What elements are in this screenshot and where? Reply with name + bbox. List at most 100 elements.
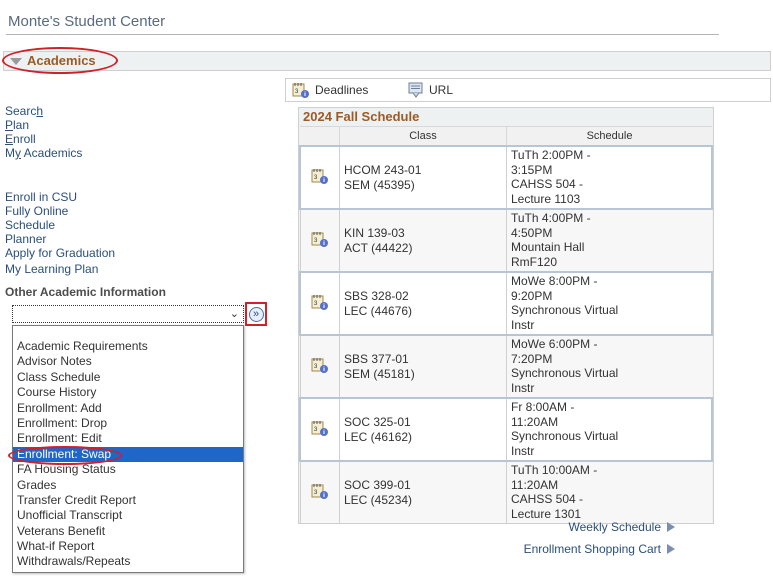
dropdown-option[interactable]: Academic Requirements — [13, 339, 243, 354]
schedule-row: 3 HCOM 243-01 SEM (45395) TuTh 2:00PM -3:15… — [299, 145, 713, 210]
shopping-cart-link-wrap: Enrollment Shopping Cart — [524, 542, 675, 556]
schedule-cell: TuTh 4:00PM -4:50PM Mountain Hall RmF120 — [506, 209, 712, 272]
column-header-class: Class — [339, 126, 507, 146]
shopping-cart-label: Enrollment Shopping Cart — [523, 542, 661, 556]
fall-schedule-panel: 2024 Fall Schedule Class Schedule 3 HCOM … — [298, 107, 714, 524]
nav-link-apply-for-graduation[interactable]: Apply for Graduation — [5, 246, 115, 260]
schedule-line: Synchronous Virtual — [511, 366, 619, 380]
schedule-line: MoWe 8:00PM - — [511, 274, 598, 288]
class-details-button[interactable]: 3 — [299, 271, 340, 336]
schedule-line: 7:20PM — [511, 351, 553, 366]
schedule-cell: MoWe 8:00PM -9:20PM Synchronous Virtual In… — [506, 271, 713, 336]
triangle-right-icon — [667, 522, 675, 532]
dropdown-option[interactable]: Enrollment: Edit — [13, 431, 243, 446]
class-line: SBS 328-02 — [344, 289, 409, 303]
nav-link-search[interactable]: Search — [5, 104, 82, 118]
column-header-icon — [300, 126, 340, 146]
class-details-button[interactable]: 3 — [299, 145, 340, 210]
class-cell: SOC 325-01 LEC (46162) — [339, 397, 507, 462]
class-line: SEM (45181) — [344, 366, 415, 381]
nav-link-fully-online[interactable]: Fully Online — [5, 204, 115, 218]
other-academic-info-select[interactable]: ⌄ — [12, 305, 244, 323]
go-button[interactable]: » — [248, 306, 264, 322]
annotation-ellipse-academics — [2, 47, 118, 74]
schedule-line: 9:20PM — [511, 288, 553, 303]
schedule-line: Lecture 1103 — [511, 191, 581, 206]
schedule-line: TuTh 4:00PM - — [511, 211, 591, 225]
deadlines-link[interactable]: 3 Deadlines — [292, 82, 368, 98]
class-details-button[interactable]: 3 — [299, 209, 340, 272]
schedule-row: 3 SOC 325-01 LEC (46162) Fr 8:00AM -11:20AM… — [299, 397, 713, 462]
class-details-button[interactable]: 3 — [299, 461, 340, 523]
dropdown-option[interactable]: Veterans Benefit — [13, 524, 243, 539]
annotation-box-go: » — [245, 302, 267, 326]
chevron-down-icon: ⌄ — [229, 308, 239, 320]
primary-nav: Search Plan Enroll My Academics — [5, 104, 82, 160]
dropdown-option[interactable]: Course History — [13, 385, 243, 400]
schedule-line: 11:20AM — [511, 477, 559, 492]
schedule-line: RmF120 — [511, 254, 558, 269]
dropdown-option[interactable]: Unofficial Transcript — [13, 508, 243, 523]
schedule-line: Instr — [511, 380, 535, 395]
class-line: SOC 325-01 — [344, 415, 411, 429]
nav-link-enroll-in-csu[interactable]: Enroll in CSU — [5, 190, 115, 204]
nav-link-plan[interactable]: Plan — [5, 118, 82, 132]
schedule-line: Fr 8:00AM - — [511, 400, 575, 414]
class-line: SEM (45395) — [344, 177, 415, 192]
class-line: LEC (46162) — [344, 429, 413, 444]
url-monitor-icon — [408, 82, 423, 98]
nav-link-planner[interactable]: Planner — [5, 232, 115, 246]
nav-link-enroll[interactable]: Enroll — [5, 132, 82, 146]
schedule-line: MoWe 6:00PM - — [511, 337, 598, 351]
enrollment-shopping-cart-link[interactable]: Enrollment Shopping Cart — [524, 542, 675, 556]
schedule-row: 3 SBS 328-02 LEC (44676) MoWe 8:00PM -9:20P… — [299, 271, 713, 336]
dropdown-option[interactable]: Enrollment: Add — [13, 401, 243, 416]
triangle-right-icon — [667, 544, 675, 554]
class-details-button[interactable]: 3 — [299, 335, 340, 398]
schedule-cell: Fr 8:00AM -11:20AM Synchronous Virtual Ins… — [506, 397, 713, 462]
secondary-nav: Enroll in CSU Fully Online Schedule Plan… — [5, 190, 115, 276]
class-details-button[interactable]: 3 — [299, 397, 340, 462]
schedule-line: Instr — [511, 443, 535, 458]
class-details-icon: 3 — [311, 483, 328, 499]
class-cell: HCOM 243-01 SEM (45395) — [339, 145, 507, 210]
url-label: URL — [429, 83, 454, 97]
class-line: SBS 377-01 — [344, 352, 409, 366]
other-academic-info-label: Other Academic Information — [5, 285, 166, 299]
annotation-ellipse-swap — [8, 446, 122, 465]
class-line: LEC (45234) — [344, 492, 413, 507]
schedule-line: 3:15PM — [511, 162, 553, 177]
weekly-schedule-link[interactable]: Weekly Schedule — [568, 520, 675, 534]
nav-link-my-learning-plan[interactable]: My Learning Plan — [5, 262, 115, 276]
class-cell: SBS 377-01 SEM (45181) — [339, 335, 507, 398]
class-details-icon: 3 — [311, 294, 328, 310]
class-line: HCOM 243-01 — [344, 163, 422, 177]
column-header-schedule: Schedule — [506, 126, 712, 146]
toolbar: 3 Deadlines URL — [285, 78, 771, 102]
schedule-line: CAHSS 504 - — [511, 177, 584, 191]
dropdown-option[interactable]: Transfer Credit Report — [13, 493, 243, 508]
schedule-row: 3 SBS 377-01 SEM (45181) MoWe 6:00PM -7:20P… — [299, 335, 712, 398]
schedule-line: Synchronous Virtual — [511, 429, 619, 443]
dropdown-option[interactable]: Grades — [13, 478, 243, 493]
academics-section-bar — [3, 51, 771, 71]
schedule-table: Class Schedule 3 HCOM 243-01 SEM (45395) Tu… — [299, 126, 713, 523]
nav-link-my-academics[interactable]: My Academics — [5, 146, 82, 160]
url-link[interactable]: URL — [408, 82, 453, 98]
class-cell: SBS 328-02 LEC (44676) — [339, 271, 507, 336]
calendar-info-icon: 3 — [292, 83, 309, 98]
schedule-line: CAHSS 504 - — [511, 492, 584, 506]
nav-link-schedule[interactable]: Schedule — [5, 218, 115, 232]
schedule-cell: MoWe 6:00PM -7:20PM Synchronous Virtual In… — [506, 335, 712, 398]
schedule-line: Mountain Hall — [511, 240, 585, 254]
dropdown-option[interactable]: Class Schedule — [13, 370, 243, 385]
dropdown-option[interactable]: Withdrawals/Repeats — [13, 554, 243, 569]
weekly-schedule-label: Weekly Schedule — [568, 520, 662, 534]
dropdown-option[interactable]: Enrollment: Drop — [13, 416, 243, 431]
dropdown-option[interactable]: What-if Report — [13, 539, 243, 554]
class-cell: KIN 139-03 ACT (44422) — [339, 209, 507, 272]
schedule-cell: TuTh 2:00PM -3:15PM CAHSS 504 - Lecture 11… — [506, 145, 713, 210]
class-details-icon: 3 — [311, 420, 328, 436]
dropdown-option[interactable]: Advisor Notes — [13, 354, 243, 369]
schedule-row: 3 SOC 399-01 LEC (45234) TuTh 10:00AM -11:2… — [299, 461, 712, 523]
